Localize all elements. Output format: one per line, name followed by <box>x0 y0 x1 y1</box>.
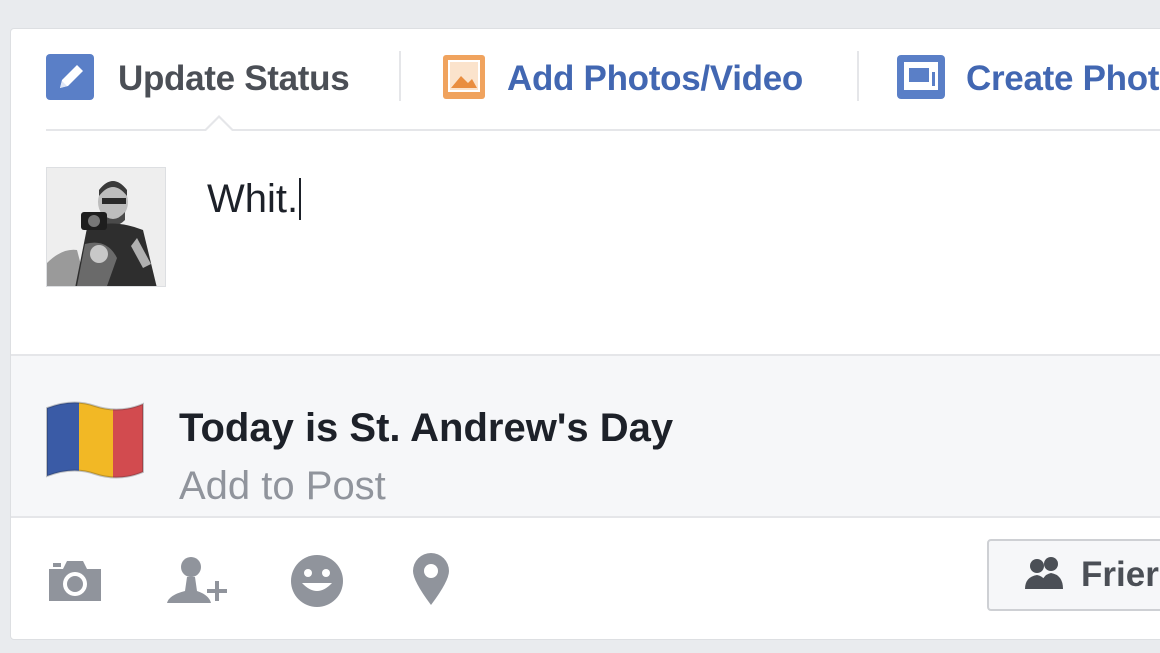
feeling-icon[interactable] <box>287 551 347 611</box>
romanian-flag-icon <box>43 396 147 489</box>
add-to-post-link[interactable]: Add to Post <box>179 464 386 509</box>
composer-tabs: Update Status Add Photos/Video Create Ph… <box>46 29 1160 132</box>
post-composer: Update Status Add Photos/Video Create Ph… <box>10 28 1160 640</box>
tab-divider <box>857 51 859 101</box>
location-pin-icon[interactable] <box>409 551 469 611</box>
profile-photo <box>47 168 165 286</box>
status-text-input[interactable]: Whit. <box>207 177 302 222</box>
text-cursor <box>299 178 302 220</box>
event-suggestion: Today is St. Andrew's Day Add to Post <box>11 354 1160 518</box>
active-tab-caret <box>203 115 235 132</box>
tab-add-photos-video[interactable]: Add Photos/Video <box>441 53 803 105</box>
pencil-icon <box>46 52 96 107</box>
photo-album-icon <box>896 52 946 107</box>
event-title: Today is St. Andrew's Day <box>179 406 674 450</box>
photo-icon <box>441 52 487 107</box>
status-text-value: Whit. <box>207 177 299 221</box>
tag-friends-icon[interactable] <box>163 551 227 611</box>
camera-icon[interactable] <box>45 551 105 611</box>
audience-label: Frier <box>1081 555 1159 594</box>
audience-selector-button[interactable]: Frier <box>987 539 1160 611</box>
friends-icon <box>1023 555 1067 596</box>
tab-create-photo-album-label: Create Phot <box>966 59 1160 98</box>
tab-create-photo-album[interactable]: Create Phot <box>896 53 1159 105</box>
tab-update-status-label: Update Status <box>118 59 350 98</box>
tab-add-photos-video-label: Add Photos/Video <box>507 59 803 98</box>
tab-divider <box>399 51 401 101</box>
tab-update-status[interactable]: Update Status <box>46 52 350 107</box>
avatar[interactable] <box>46 167 166 287</box>
